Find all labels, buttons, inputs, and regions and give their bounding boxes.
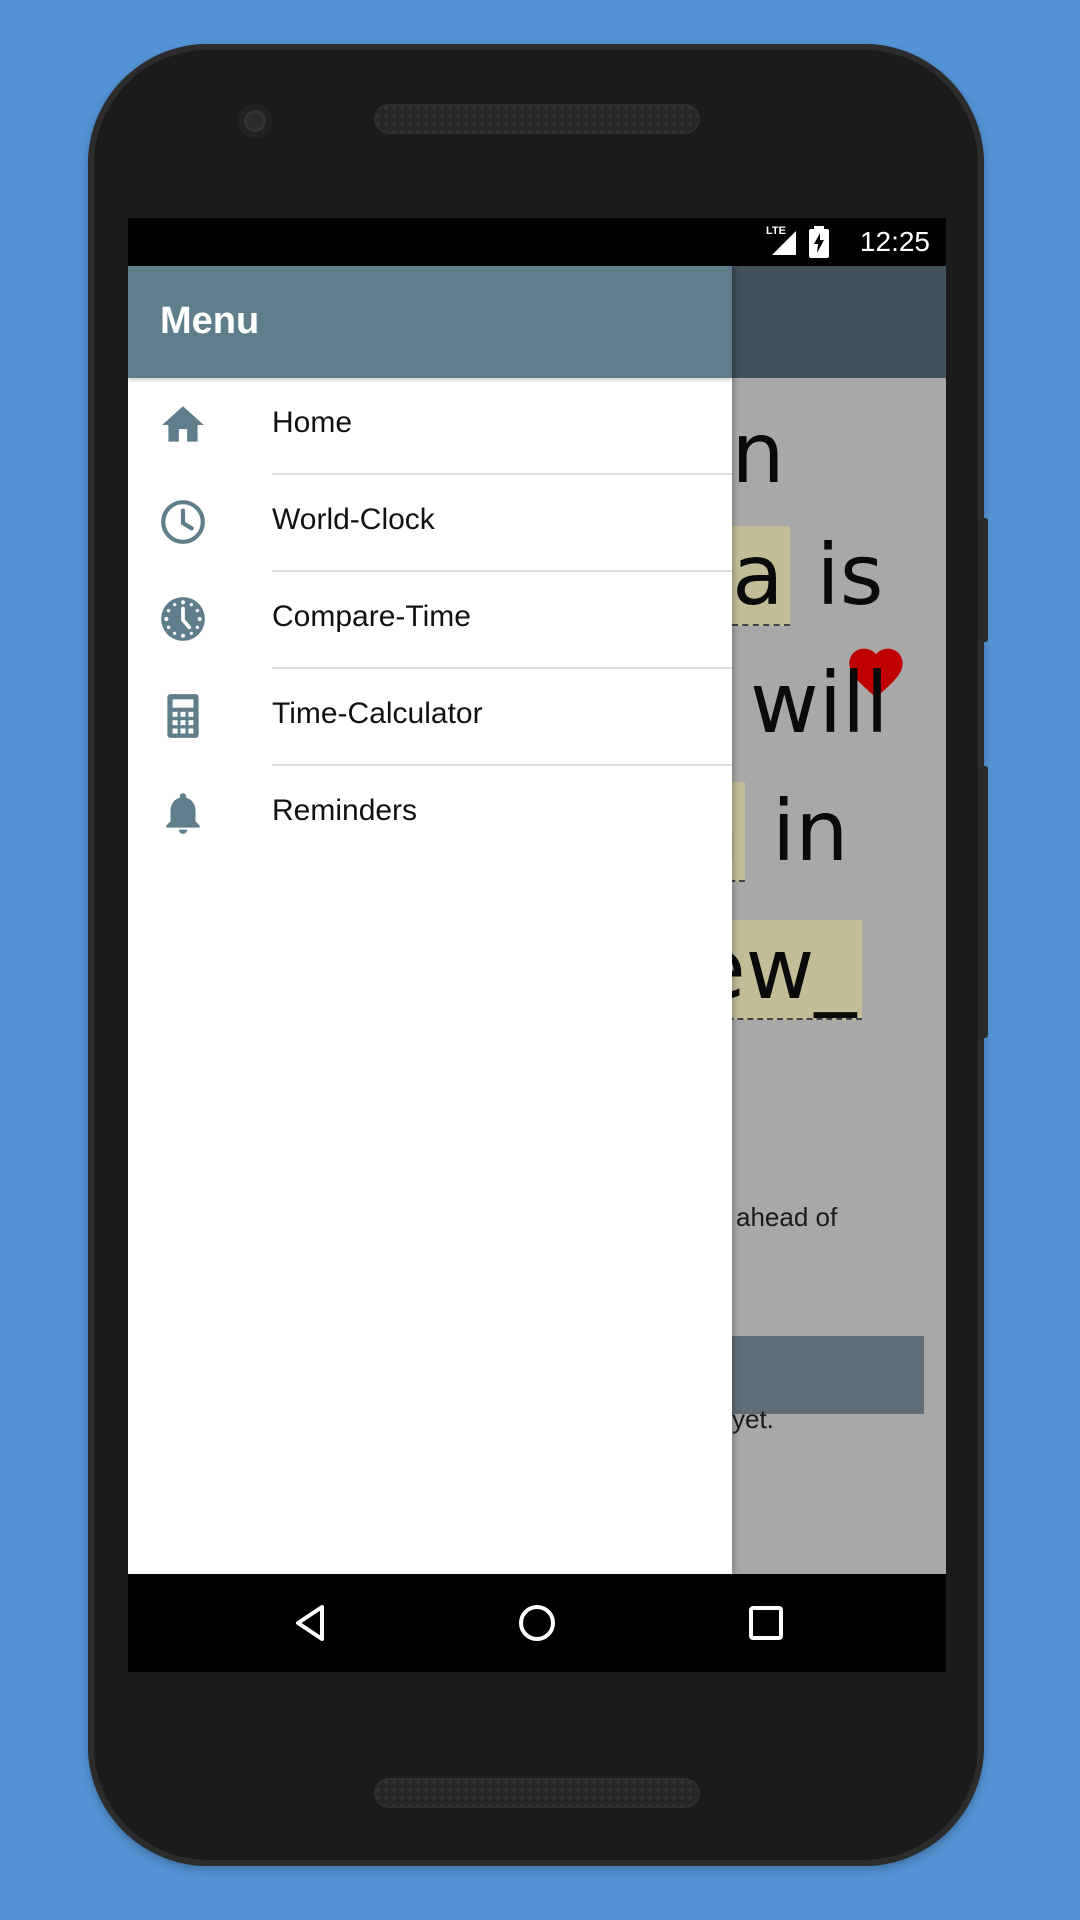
- note-text: yet.: [732, 1404, 774, 1434]
- calculator-icon: [167, 694, 199, 738]
- menu-item-time-calculator[interactable]: Time-Calculator: [128, 669, 732, 766]
- content-text-3: will: [750, 654, 889, 752]
- home-nav-icon[interactable]: [513, 1599, 561, 1647]
- battery-charging-icon: [809, 226, 829, 258]
- menu-item-label: World-Clock: [272, 503, 435, 536]
- drawer-title: Menu: [160, 300, 260, 342]
- recents-icon[interactable]: [742, 1599, 790, 1647]
- bottom-speaker: [374, 1778, 700, 1808]
- status-icons: LTE: [766, 225, 830, 258]
- menu-item-world-clock[interactable]: World-Clock: [128, 475, 732, 572]
- content-line-3: will: [750, 654, 889, 752]
- menu-item-label: Compare-Time: [272, 600, 471, 633]
- status-bar: LTE 12:25: [128, 218, 946, 266]
- menu-item-home[interactable]: Home: [128, 378, 732, 475]
- content-text-4: in: [771, 782, 849, 880]
- menu-item-compare-time[interactable]: Compare-Time: [128, 572, 732, 669]
- compare-clock-icon: [161, 597, 205, 641]
- menu-item-label: Home: [272, 406, 353, 439]
- network-label: LTE: [766, 225, 786, 237]
- bell-icon: [166, 793, 200, 834]
- navigation-drawer: Menu Home World-Clock Compare-Time Time-…: [128, 266, 732, 1574]
- info-text: ahead of: [736, 1202, 838, 1232]
- status-time: 12:25: [859, 226, 930, 257]
- volume-button: [978, 518, 988, 642]
- clock-icon: [161, 500, 205, 544]
- menu-item-label: Reminders: [272, 794, 418, 827]
- navigation-bar: [128, 1574, 946, 1672]
- back-icon[interactable]: [286, 1599, 334, 1647]
- menu-list: Home World-Clock Compare-Time Time-Calcu…: [128, 378, 732, 863]
- drawer-header: Menu: [128, 266, 732, 378]
- power-button: [978, 766, 988, 1038]
- signal-icon: LTE: [766, 225, 798, 257]
- menu-item-label: Time-Calculator: [272, 697, 483, 730]
- home-icon: [162, 406, 204, 442]
- top-speaker: [374, 104, 700, 134]
- phone-screen: LTE 12:25 in ca is will in ew_ ahead of …: [128, 218, 946, 1672]
- content-text-2: is: [816, 526, 884, 624]
- front-camera: [238, 104, 272, 138]
- menu-item-reminders[interactable]: Reminders: [128, 766, 732, 863]
